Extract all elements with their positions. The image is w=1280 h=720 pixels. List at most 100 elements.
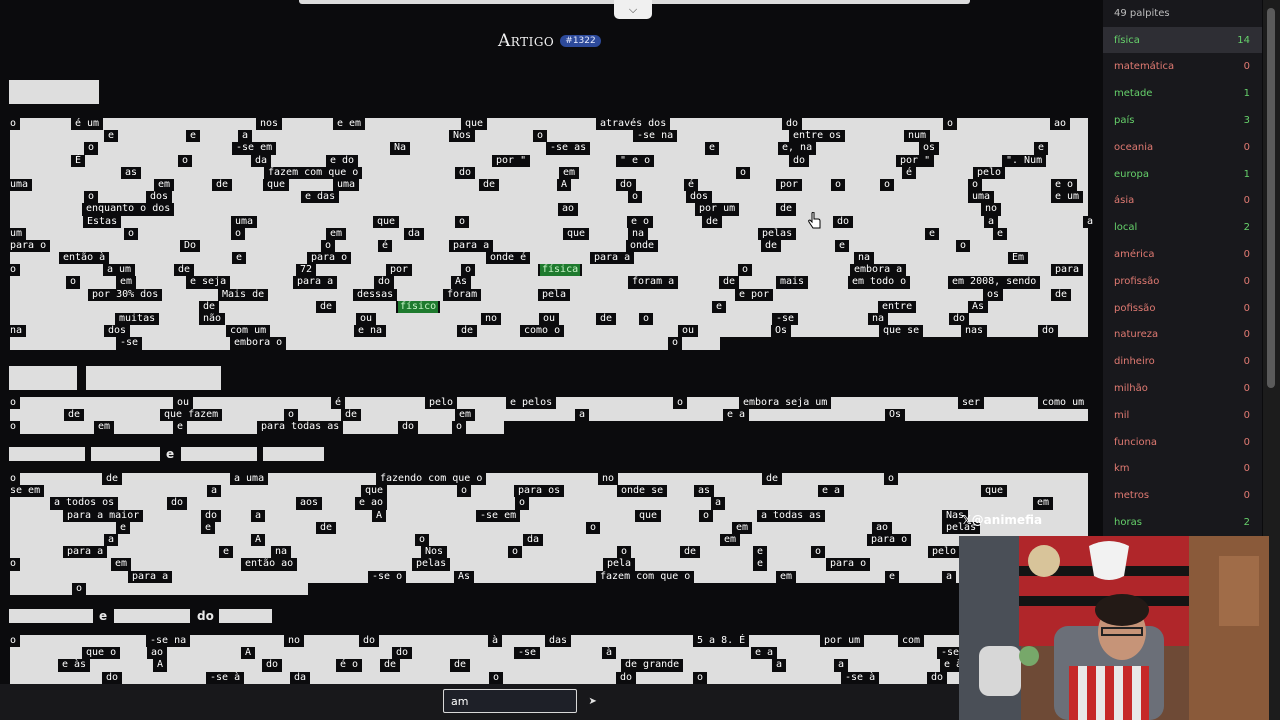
- redacted-block: [831, 397, 958, 410]
- revealed-word: e a: [725, 409, 748, 422]
- redacted-block: [934, 154, 1002, 167]
- redacted-block: [767, 546, 811, 559]
- guess-item[interactable]: dinheiro 0: [1103, 348, 1262, 375]
- revealed-word: do: [618, 178, 635, 192]
- revealed-word: Nos: [451, 130, 474, 143]
- redacted-block: [564, 485, 617, 498]
- guess-item[interactable]: ásia 0: [1103, 187, 1262, 214]
- revealed-word: por um: [697, 203, 738, 216]
- revealed-word: de: [721, 276, 738, 289]
- redacted-block: [44, 485, 207, 498]
- guess-word: europa: [1114, 168, 1149, 180]
- guess-count-value: 0: [1243, 383, 1250, 394]
- revealed-word: de: [201, 300, 218, 313]
- redacted-block: [589, 409, 723, 422]
- guess-item[interactable]: local 2: [1103, 214, 1262, 241]
- redacted-block: [487, 118, 596, 131]
- redacted-block: [141, 166, 264, 179]
- revealed-word: A: [559, 178, 570, 192]
- revealed-word: e: [234, 252, 245, 265]
- article-number-badge: #1322: [560, 35, 601, 47]
- webcam-overlay: [959, 536, 1269, 720]
- guess-item[interactable]: natureza 0: [1103, 321, 1262, 348]
- revealed-word: na: [630, 227, 647, 240]
- redacted-block: [412, 647, 514, 660]
- guess-item[interactable]: europa 1: [1103, 161, 1262, 188]
- revealed-word: As: [453, 276, 470, 289]
- revealed-word: por 30% dos: [90, 288, 161, 301]
- revealed-word: em: [561, 166, 578, 179]
- guess-item[interactable]: milhão 0: [1103, 375, 1262, 402]
- text-line: o em e para todas as do o: [8, 421, 1092, 434]
- redacted-block: [653, 215, 702, 228]
- revealed-word: para o: [869, 533, 910, 547]
- revealed-word: o: [619, 546, 630, 559]
- revealed-word: do: [784, 118, 801, 131]
- guess-item[interactable]: oceania 0: [1103, 134, 1262, 161]
- redacted-block: [20, 635, 146, 648]
- text-line: e às Ado é o de de de grande a a e às: [8, 659, 1092, 672]
- revealed-word: o: [8, 264, 19, 277]
- revealed-word: ou: [358, 313, 375, 326]
- guess-word: oceania: [1114, 141, 1154, 153]
- guess-item[interactable]: mil 0: [1103, 402, 1262, 429]
- revealed-word: que: [375, 215, 398, 228]
- revealed-word: por: [388, 264, 411, 277]
- revealed-word: e: [106, 130, 117, 143]
- text-line: que o ao Ado -se à e a -se: [8, 647, 1092, 660]
- guess-count-value: 0: [1243, 61, 1250, 73]
- guess-word: física: [1114, 34, 1140, 46]
- section-heading-redacted: [181, 447, 257, 461]
- guess-item[interactable]: funciona 0: [1103, 429, 1262, 456]
- redacted-block: [418, 421, 452, 434]
- revealed-word: do: [169, 497, 186, 510]
- redacted-block: [905, 409, 1088, 422]
- redacted-block: [939, 142, 1034, 155]
- revealed-word: de: [459, 325, 476, 338]
- guess-item[interactable]: pofissão 0: [1103, 295, 1262, 322]
- revealed-word: por: [778, 178, 801, 192]
- guess-item[interactable]: metade 1: [1103, 80, 1262, 107]
- revealed-word: a: [944, 570, 955, 583]
- revealed-word: de: [452, 659, 469, 672]
- revealed-word: do: [951, 313, 968, 326]
- guess-item[interactable]: horas 2: [1103, 509, 1262, 536]
- revealed-word: entre: [880, 300, 915, 313]
- revealed-word: de: [1053, 288, 1070, 301]
- guess-item[interactable]: matemática 0: [1103, 53, 1262, 80]
- redacted-block: [351, 252, 486, 265]
- guess-item[interactable]: américa 0: [1103, 241, 1262, 268]
- expand-panel-button[interactable]: ⌵: [614, 0, 652, 19]
- redacted-block: [143, 509, 201, 522]
- revealed-word: o: [86, 191, 97, 204]
- guess-item[interactable]: física 14: [1103, 26, 1262, 54]
- redacted-block: [739, 203, 776, 216]
- redacted-block: [80, 276, 116, 289]
- redacted-block: [648, 227, 758, 240]
- revealed-word: uma: [970, 191, 993, 204]
- redacted-block: [618, 473, 762, 486]
- revealed-word: e: [188, 130, 199, 143]
- redacted-block: [135, 264, 174, 277]
- guess-item[interactable]: metros 0: [1103, 482, 1262, 509]
- redacted-block: [193, 397, 331, 410]
- guess-item[interactable]: km 0: [1103, 455, 1262, 482]
- redacted-block: [906, 264, 1051, 277]
- guess-count-value: 0: [1243, 195, 1250, 207]
- redacted-block: [10, 533, 104, 547]
- send-button[interactable]: ➤: [583, 692, 603, 712]
- redacted-block: [399, 215, 455, 228]
- guess-item[interactable]: profissão 0: [1103, 268, 1262, 295]
- guess-item[interactable]: país 3: [1103, 107, 1262, 134]
- revealed-word: Estas: [85, 215, 120, 228]
- guess-input[interactable]: [443, 689, 577, 713]
- redacted-block: [118, 533, 251, 547]
- section-heading-redacted: [219, 609, 272, 623]
- guess-word: país: [1114, 115, 1135, 126]
- redacted-block: [225, 313, 356, 326]
- redacted-block: [440, 300, 712, 313]
- redacted-block: [122, 671, 206, 684]
- scrollbar-thumb[interactable]: [1267, 8, 1275, 388]
- redacted-block: [10, 300, 199, 313]
- redacted-block: [636, 671, 693, 684]
